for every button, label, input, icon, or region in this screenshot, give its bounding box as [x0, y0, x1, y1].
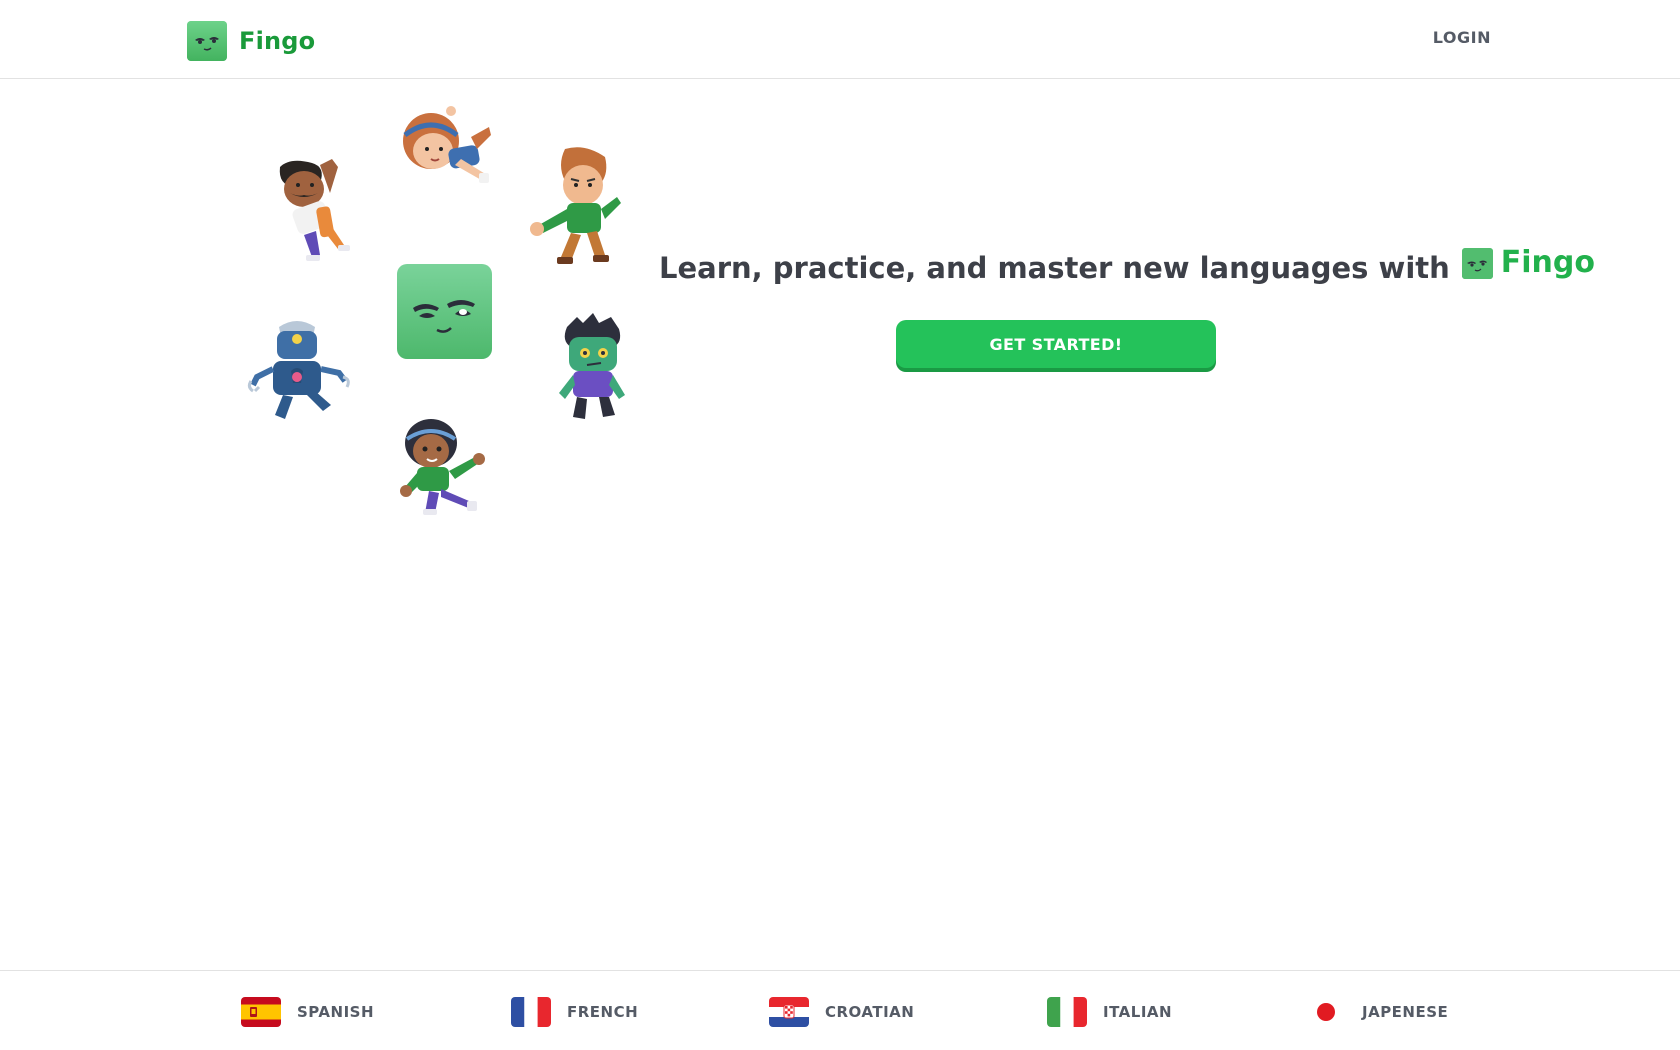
fingo-inline-logo-icon — [1461, 247, 1493, 279]
app-root: Fingo LOGIN Learn, practice, and master … — [0, 0, 1680, 1050]
zombie-character-icon — [559, 313, 625, 419]
green-shirt-boy-character-icon — [530, 147, 621, 264]
language-item-spanish[interactable]: SPANISH — [241, 997, 374, 1027]
italy-flag-icon — [1047, 997, 1087, 1027]
language-label: CROATIAN — [825, 1003, 915, 1021]
mustache-character-icon — [279, 159, 350, 261]
language-label: FRENCH — [567, 1003, 639, 1021]
croatia-flag-icon — [769, 997, 809, 1027]
language-item-croatian[interactable]: CROATIAN — [769, 997, 914, 1027]
language-label: JAPENESE — [1362, 1003, 1449, 1021]
language-label: ITALIAN — [1103, 1003, 1173, 1021]
brand-home-link[interactable]: Fingo — [187, 21, 315, 61]
center-fingo-face-icon — [397, 264, 492, 359]
robot-character-icon — [247, 321, 350, 419]
login-link[interactable]: LOGIN — [1433, 28, 1491, 47]
top-header: Fingo LOGIN — [0, 0, 1680, 79]
hero-tagline: Learn, practice, and master new language… — [659, 244, 1595, 290]
tagline-text: Learn, practice, and master new language… — [659, 251, 1450, 285]
japan-flag-icon — [1306, 997, 1346, 1027]
language-item-japanese[interactable]: JAPENESE — [1306, 997, 1448, 1027]
language-item-italian[interactable]: ITALIAN — [1047, 997, 1172, 1027]
brand-name: Fingo — [239, 27, 316, 55]
get-started-button[interactable]: GET STARTED! — [896, 320, 1216, 368]
tagline-brand-name: Fingo — [1500, 244, 1595, 280]
headband-girl-character-icon — [403, 106, 491, 183]
language-label: SPANISH — [297, 1003, 375, 1021]
france-flag-icon — [511, 997, 551, 1027]
green-dress-girl-character-icon — [400, 419, 485, 515]
spain-flag-icon — [241, 997, 281, 1027]
language-bar: SPANISH FRENCH CROATIAN ITALIAN JAPENESE — [0, 970, 1680, 1050]
language-item-french[interactable]: FRENCH — [511, 997, 638, 1027]
hero-illustration — [235, 105, 635, 525]
fingo-logo-icon — [187, 21, 227, 61]
